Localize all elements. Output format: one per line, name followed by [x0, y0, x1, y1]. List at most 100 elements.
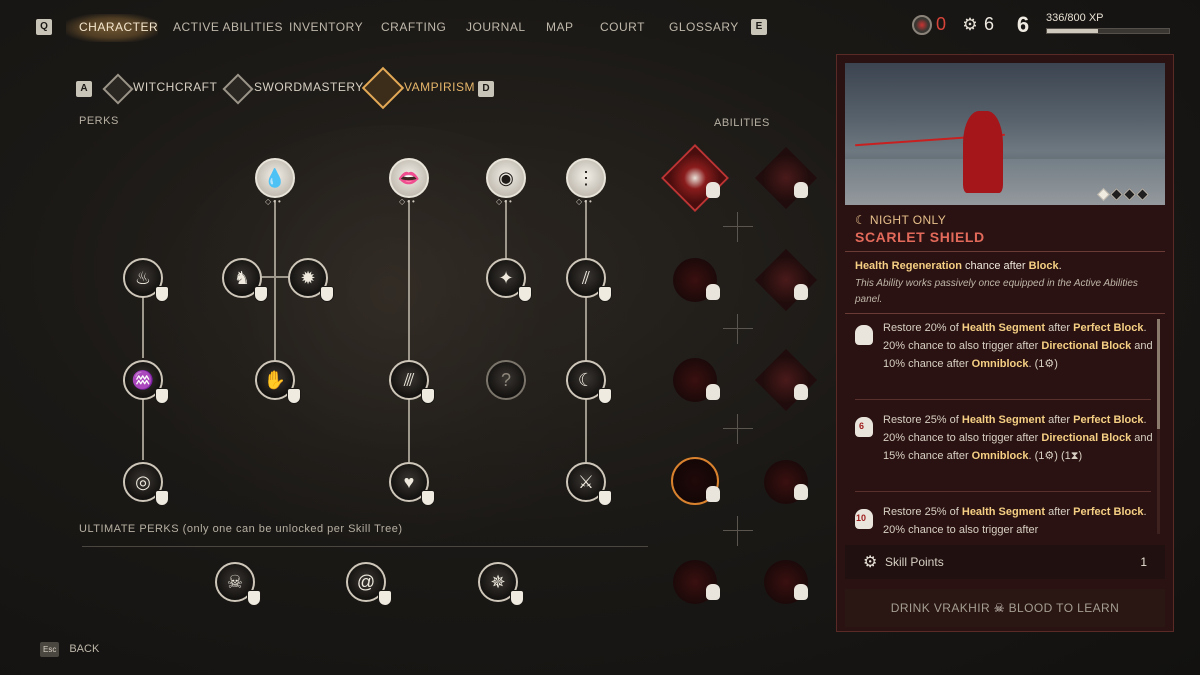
bat-icon: ⚔ — [577, 471, 595, 492]
skull-badge-icon — [794, 384, 808, 400]
fang-badge-icon — [155, 286, 169, 302]
perk-rank-dots: ◇•• — [265, 197, 283, 206]
skill-points-row: ⚙ Skill Points 1 — [845, 545, 1165, 579]
perk-rank-dots: ◇•• — [399, 197, 417, 206]
tab-map[interactable]: MAP — [546, 20, 574, 34]
hand-icon: ✋ — [263, 369, 287, 390]
perk-node-burst[interactable]: ✹ — [288, 258, 334, 302]
tab-inventory[interactable]: INVENTORY — [289, 20, 363, 34]
perk-node-fangs[interactable]: 👄 ◇•• — [389, 158, 429, 206]
perk-node-beast[interactable]: ♞ — [222, 258, 268, 302]
fang-badge-icon — [598, 490, 612, 506]
perks-label: PERKS — [79, 115, 119, 127]
perk-node-blood-pool[interactable]: ♒ — [123, 360, 169, 404]
gear-resource: ⚙ 6 — [960, 14, 994, 35]
skull-icon — [855, 325, 873, 345]
gear-icon: ⚙ — [1044, 450, 1055, 462]
fang-badge-icon — [287, 388, 301, 404]
back-button[interactable]: Esc BACK — [40, 642, 99, 657]
page-pip[interactable] — [1136, 188, 1149, 201]
perk-node-claws[interactable]: ⫽ — [566, 258, 612, 302]
skull-badge-icon — [706, 182, 720, 198]
perk-link — [408, 200, 410, 462]
fang-badge-icon — [598, 286, 612, 302]
eye-icon: ◉ — [498, 167, 514, 188]
perk-node-vision[interactable]: ◎ — [123, 462, 169, 506]
blood-resource: 0 — [912, 14, 946, 35]
tab-vampirism[interactable]: VAMPIRISM — [404, 80, 475, 94]
ability-tiers-list[interactable]: Restore 20% of Health Segment after Perf… — [845, 311, 1163, 536]
fang-claw-icon: ☾ — [577, 369, 595, 390]
rain-drops-icon: ⋮ — [577, 167, 595, 188]
fangs-icon: 👄 — [397, 167, 421, 188]
page-pip[interactable] — [1097, 188, 1110, 201]
tab-swordmastery[interactable]: SWORDMASTERY — [254, 80, 364, 94]
page-pip[interactable] — [1123, 188, 1136, 201]
fang-badge-icon — [378, 590, 392, 606]
tier-item: Restore 20% of Health Segment after Perf… — [845, 319, 1153, 397]
ultimate-perk-spiral[interactable]: @ — [346, 562, 392, 606]
perk-node-slashes[interactable]: ⫻ — [389, 360, 435, 404]
skull-badge-icon — [794, 584, 808, 600]
tab-crafting[interactable]: CRAFTING — [381, 20, 446, 34]
perk-node-eye[interactable]: ◉ ◇•• — [486, 158, 526, 206]
skull-badge-icon — [794, 182, 808, 198]
top-navigation: Q CHARACTER ACTIVE ABILITIES INVENTORY C… — [0, 0, 1200, 52]
ability-flame-burst[interactable] — [754, 248, 818, 312]
tab-glossary[interactable]: GLOSSARY — [669, 20, 739, 34]
next-tab-key[interactable]: E — [751, 19, 767, 35]
page-pip[interactable] — [1110, 188, 1123, 201]
ability-preview-image — [845, 63, 1165, 205]
tab-character[interactable]: CHARACTER — [79, 20, 158, 34]
tab-court[interactable]: COURT — [600, 20, 645, 34]
ultimate-perks-label: ULTIMATE PERKS (only one can be unlocked… — [79, 523, 403, 535]
ability-grasp[interactable] — [754, 348, 818, 412]
perk-node-hand[interactable]: ✋ — [255, 360, 301, 404]
title-divider — [845, 251, 1165, 252]
perk-node-wolf[interactable]: ✦ — [486, 258, 532, 302]
ability-slot-connector — [723, 516, 753, 546]
xp-readout: 336/800 XP — [1046, 12, 1104, 24]
fang-badge-icon — [155, 388, 169, 404]
tier-divider — [855, 399, 1151, 400]
ultimate-perk-sigil[interactable]: ✵ — [478, 562, 524, 606]
perk-node-rain[interactable]: ⋮ ◇•• — [566, 158, 606, 206]
ability-scarlet-shield[interactable] — [663, 146, 727, 210]
perk-node-bat[interactable]: ⚔ — [566, 462, 612, 506]
flame-icon: ♨ — [134, 267, 152, 288]
perk-link — [585, 200, 587, 462]
spiral-icon: @ — [356, 571, 376, 592]
heart-icon: ♥ — [403, 471, 415, 492]
ability-sub-description: This Ability works passively once equipp… — [855, 278, 1138, 305]
perk-node-flame[interactable]: ♨ — [123, 258, 169, 302]
fang-badge-icon — [598, 388, 612, 404]
tier-rank-badge: 10 — [856, 513, 867, 523]
perk-node-locked[interactable]: ? — [486, 360, 526, 400]
learn-button[interactable]: DRINK VRAKHIR ☠ BLOOD TO LEARN — [845, 589, 1165, 627]
fang-badge-icon — [254, 286, 268, 302]
scroll-thumb[interactable] — [1157, 319, 1160, 429]
ability-crow[interactable] — [754, 146, 818, 210]
tier-divider — [855, 491, 1151, 492]
prev-tab-key[interactable]: Q — [36, 19, 52, 35]
perk-node-fang-claw[interactable]: ☾ — [566, 360, 612, 404]
perk-node-heart[interactable]: ♥ — [389, 462, 435, 506]
tab-active-abilities[interactable]: ACTIVE ABILITIES — [173, 20, 283, 34]
tiers-scrollbar[interactable] — [1157, 319, 1160, 534]
beast-icon: ♞ — [233, 267, 251, 288]
perk-link — [142, 296, 144, 358]
perk-node-blood-drop[interactable]: 💧 ◇•• — [255, 158, 295, 206]
skull-badge-icon — [706, 384, 720, 400]
esc-key: Esc — [40, 642, 60, 657]
perk-link — [274, 200, 276, 360]
xp-progress-fill — [1047, 29, 1099, 33]
next-tree-key[interactable]: D — [478, 81, 494, 97]
tier-item: 6 Restore 25% of Health Segment after Pe… — [845, 411, 1153, 491]
tab-journal[interactable]: JOURNAL — [466, 20, 526, 34]
ability-detail-panel: ☾ NIGHT ONLY SCARLET SHIELD Health Regen… — [836, 54, 1174, 632]
ultimate-perk-skull[interactable]: ☠ — [215, 562, 261, 606]
prev-tree-key[interactable]: A — [76, 81, 92, 97]
fang-badge-icon — [421, 388, 435, 404]
tab-witchcraft[interactable]: WITCHCRAFT — [133, 80, 217, 94]
skull-icon: ☠ — [226, 571, 244, 592]
